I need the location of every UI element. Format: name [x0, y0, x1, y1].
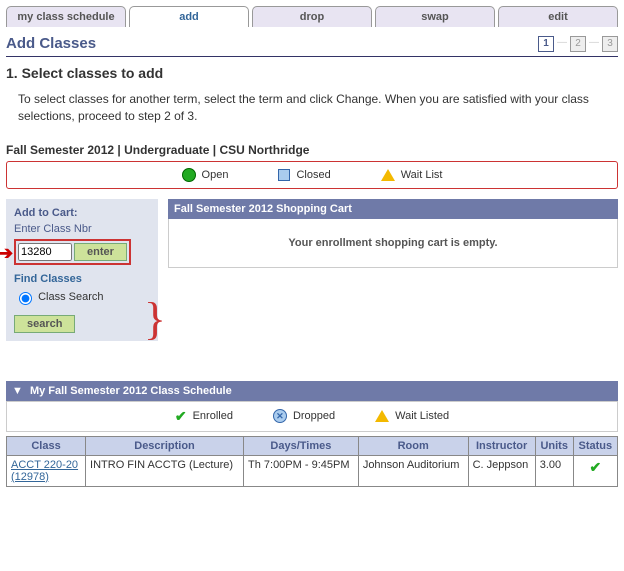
closed-icon — [278, 169, 290, 181]
cell-units: 3.00 — [535, 455, 573, 486]
arrow-icon: ➔ — [0, 243, 13, 264]
page-title: Add Classes — [6, 35, 96, 52]
search-button[interactable]: search — [14, 315, 75, 333]
tab-add[interactable]: add — [129, 6, 249, 27]
cell-desc: INTRO FIN ACCTG (Lecture) — [86, 455, 244, 486]
brace-icon: } — [144, 305, 166, 333]
cell-days: Th 7:00PM - 9:45PM — [244, 455, 359, 486]
status-enrolled-icon: ✔ — [589, 459, 601, 475]
schedule-legend: ✔ Enrolled ✕ Dropped Wait Listed — [6, 401, 618, 432]
class-search-radio-label: Class Search — [38, 291, 103, 303]
open-icon — [182, 168, 196, 182]
col-class: Class — [7, 436, 86, 455]
tab-drop[interactable]: drop — [252, 6, 372, 27]
step-2: 2 — [570, 36, 586, 52]
dropped-label: Dropped — [293, 410, 335, 422]
tab-schedule[interactable]: my class schedule — [6, 6, 126, 27]
section-heading: 1. Select classes to add — [6, 65, 618, 81]
enrolled-label: Enrolled — [193, 410, 233, 422]
col-desc: Description — [86, 436, 244, 455]
enter-button[interactable]: enter — [74, 243, 127, 261]
cell-instr: C. Jeppson — [468, 455, 535, 486]
class-search-radio-input[interactable] — [19, 292, 32, 305]
dropped-icon: ✕ — [273, 409, 287, 423]
col-units: Units — [535, 436, 573, 455]
waitlisted-icon — [375, 410, 389, 422]
col-instr: Instructor — [468, 436, 535, 455]
table-row: ACCT 220-20 (12978) INTRO FIN ACCTG (Lec… — [7, 455, 618, 486]
closed-label: Closed — [296, 169, 330, 181]
col-days: Days/Times — [244, 436, 359, 455]
col-status: Status — [573, 436, 617, 455]
step-indicator: 1 — 2 — 3 — [538, 36, 618, 52]
step-3: 3 — [602, 36, 618, 52]
waitlist-label: Wait List — [401, 169, 443, 181]
enter-class-label: Enter Class Nbr — [14, 223, 150, 235]
open-label: Open — [202, 169, 229, 181]
schedule-header-label: My Fall Semester 2012 Class Schedule — [30, 385, 232, 397]
cart-empty-message: Your enrollment shopping cart is empty. — [168, 219, 618, 268]
col-room: Room — [358, 436, 468, 455]
tab-edit[interactable]: edit — [498, 6, 618, 27]
enrolled-icon: ✔ — [175, 408, 187, 425]
class-nbr-input[interactable] — [18, 243, 72, 261]
class-search-radio[interactable]: Class Search — [14, 289, 150, 305]
class-link[interactable]: ACCT 220-20 — [11, 459, 78, 471]
cell-room: Johnson Auditorium — [358, 455, 468, 486]
class-id-link[interactable]: (12978) — [11, 471, 49, 483]
status-legend: Open Closed Wait List — [6, 161, 618, 189]
waitlist-icon — [381, 169, 395, 181]
instructions: To select classes for another term, sele… — [18, 91, 606, 125]
enter-class-row: ➔ enter — [14, 239, 131, 265]
shopping-cart-header: Fall Semester 2012 Shopping Cart — [168, 199, 618, 219]
add-to-cart-label: Add to Cart: — [14, 207, 150, 219]
chevron-down-icon: ▼ — [12, 385, 23, 397]
tab-bar: my class schedule add drop swap edit — [6, 6, 618, 27]
tab-swap[interactable]: swap — [375, 6, 495, 27]
find-classes-label: Find Classes — [14, 273, 150, 285]
schedule-header[interactable]: ▼ My Fall Semester 2012 Class Schedule — [6, 381, 618, 401]
add-to-cart-panel: Add to Cart: Enter Class Nbr ➔ enter Fin… — [6, 199, 158, 341]
schedule-table: Class Description Days/Times Room Instru… — [6, 436, 618, 487]
term-line: Fall Semester 2012 | Undergraduate | CSU… — [6, 143, 618, 157]
step-1: 1 — [538, 36, 554, 52]
waitlisted-label: Wait Listed — [395, 410, 449, 422]
